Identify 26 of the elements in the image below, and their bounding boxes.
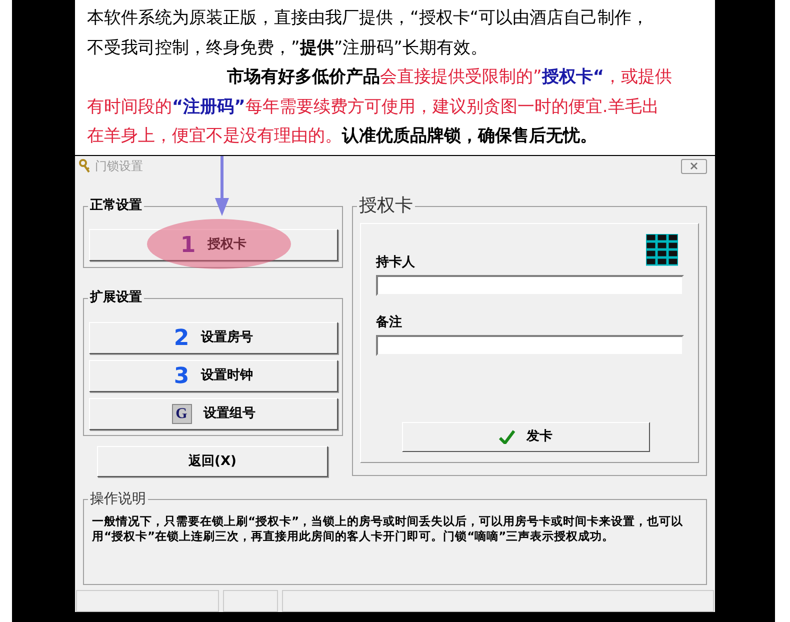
notice-line: 有时间段的“注册码”每年需要续费方可使用，建议别贪图一时的便宜.羊毛出 — [87, 96, 660, 118]
status-pane — [223, 590, 278, 612]
keypad-icon — [646, 234, 678, 266]
notice-line: 市场有好多低价产品会直接提供受限制的”授权卡“，或提供 — [226, 66, 673, 89]
issue-button[interactable]: 发卡 — [402, 422, 650, 452]
settings-button[interactable]: 3 设置时钟 — [89, 360, 338, 392]
settings-button[interactable]: 2 设置房号 — [89, 322, 338, 354]
text-field[interactable] — [376, 275, 684, 296]
notice-line: 本软件系统为原装正版，直接由我厂提供，“授权卡“可以由酒店自己制作， — [87, 7, 650, 30]
arrow-drawing — [215, 156, 229, 216]
help-text: 一般情况下，只需要在锁上刷“授权卡”，当锁上的房号或时间丢失以后，可以用房号卡或时间卡来设置，也可以用“授权卡”在锁上连刷三次，再直接用此房间的客人卡开门即可。门锁“嘀嘀”三声表示授权成功。 — [92, 514, 684, 544]
group-title: 授权卡 — [357, 197, 415, 215]
settings-button[interactable]: G 设置组号 — [89, 398, 338, 430]
notice-line: 在羊身上，便宜不是没有理由的。认准优质品牌锁，确保售后无忧。 — [87, 125, 598, 148]
window-title: 门锁设置 — [95, 158, 143, 175]
check-icon — [498, 430, 514, 444]
field-label: 持卡人 — [376, 254, 416, 272]
back-button[interactable]: 返回(X) — [97, 446, 328, 477]
close-button[interactable] — [681, 158, 707, 174]
close-icon — [690, 162, 698, 170]
text-field[interactable] — [376, 335, 684, 356]
card-button[interactable]: 1 授权卡 — [89, 229, 338, 261]
group-title: 操作说明 — [88, 490, 148, 508]
key-icon — [79, 159, 91, 173]
field-label: 备注 — [376, 314, 403, 332]
notice-line: 不受我司控制，终身免费，”提供”注册码”长期有效。 — [87, 36, 488, 60]
